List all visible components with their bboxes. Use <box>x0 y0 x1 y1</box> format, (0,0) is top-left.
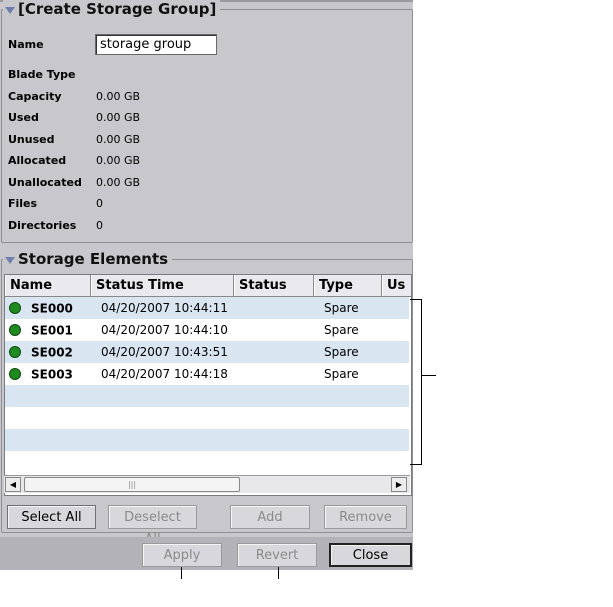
directories-value: 0 <box>96 219 103 232</box>
column-header-name[interactable]: Name <box>5 275 91 296</box>
callout-bracket-side <box>421 299 422 465</box>
storage-elements-title: Storage Elements <box>18 250 169 268</box>
unused-value: 0.00 GB <box>96 133 141 146</box>
green-circle-icon <box>9 346 21 359</box>
used-value: 0.00 GB <box>96 111 141 124</box>
table-row[interactable]: SE002 04/20/2007 10:43:51 Spare <box>5 341 409 363</box>
create-storage-group-header[interactable]: [Create Storage Group] <box>3 0 221 18</box>
callout-bracket-bottom <box>410 464 422 465</box>
green-circle-icon <box>9 324 21 337</box>
empty-row <box>5 407 409 429</box>
empty-row <box>5 385 409 407</box>
capacity-value: 0.00 GB <box>96 90 141 103</box>
green-circle-icon <box>9 302 21 315</box>
callout-apply-line <box>181 567 182 579</box>
callout-leader <box>422 375 436 376</box>
select-all-button[interactable]: Select All <box>7 505 96 529</box>
allocated-value: 0.00 GB <box>96 154 141 167</box>
remove-button[interactable]: Remove <box>324 505 407 529</box>
allocated-label: Allocated <box>8 154 67 167</box>
table-row[interactable]: SE003 04/20/2007 10:44:18 Spare <box>5 363 409 385</box>
row-name: SE003 <box>31 367 73 382</box>
row-name: SE001 <box>31 323 73 338</box>
row-status-time: 04/20/2007 10:44:10 <box>101 323 228 337</box>
collapse-triangle-icon[interactable] <box>5 256 15 264</box>
row-name: SE002 <box>31 345 73 360</box>
row-status-time: 04/20/2007 10:44:11 <box>101 301 228 315</box>
column-header-status-time[interactable]: Status Time <box>91 275 234 296</box>
column-header-used[interactable]: Us <box>382 275 411 296</box>
close-button[interactable]: Close <box>329 543 412 567</box>
column-header-type[interactable]: Type <box>314 275 382 296</box>
name-input[interactable] <box>95 34 217 55</box>
callout-revert-line <box>278 567 279 579</box>
storage-elements-table: Name Status Time Status Type Us SE000 04… <box>4 274 412 496</box>
directories-label: Directories <box>8 219 77 232</box>
collapse-triangle-icon[interactable] <box>5 6 15 14</box>
row-type: Spare <box>324 367 359 381</box>
row-type: Spare <box>324 301 359 315</box>
blade-type-label: Blade Type <box>8 68 76 81</box>
revert-button[interactable]: Revert <box>237 543 317 567</box>
name-label: Name <box>8 38 44 51</box>
deselect-all-button[interactable]: Deselect All <box>108 505 197 547</box>
row-type: Spare <box>324 323 359 337</box>
column-header-status[interactable]: Status <box>234 275 314 296</box>
files-value: 0 <box>96 197 103 210</box>
row-status-time: 04/20/2007 10:43:51 <box>101 345 228 359</box>
used-label: Used <box>8 111 39 124</box>
row-name: SE000 <box>31 301 73 316</box>
table-row[interactable]: SE001 04/20/2007 10:44:10 Spare <box>5 319 409 341</box>
scrollbar-thumb[interactable]: ||| <box>24 477 240 492</box>
empty-row <box>5 451 409 473</box>
empty-row <box>5 429 409 451</box>
unallocated-label: Unallocated <box>8 176 82 189</box>
table-header: Name Status Time Status Type Us <box>5 275 411 297</box>
files-label: Files <box>8 197 38 210</box>
unallocated-value: 0.00 GB <box>96 176 141 189</box>
storage-group-panel: [Create Storage Group] Name Blade Type C… <box>0 0 413 570</box>
unused-label: Unused <box>8 133 55 146</box>
group-title: [Create Storage Group] <box>18 0 217 18</box>
add-button[interactable]: Add <box>230 505 310 529</box>
storage-elements-header[interactable]: Storage Elements <box>3 250 173 268</box>
horizontal-scrollbar[interactable]: ◀ ||| ▶ <box>4 475 410 493</box>
scroll-right-icon[interactable]: ▶ <box>391 477 407 492</box>
green-circle-icon <box>9 368 21 381</box>
row-status-time: 04/20/2007 10:44:18 <box>101 367 228 381</box>
scroll-left-icon[interactable]: ◀ <box>5 477 21 492</box>
table-row[interactable]: SE000 04/20/2007 10:44:11 Spare <box>5 297 409 319</box>
row-type: Spare <box>324 345 359 359</box>
capacity-label: Capacity <box>8 90 62 103</box>
apply-button[interactable]: Apply <box>142 543 222 567</box>
